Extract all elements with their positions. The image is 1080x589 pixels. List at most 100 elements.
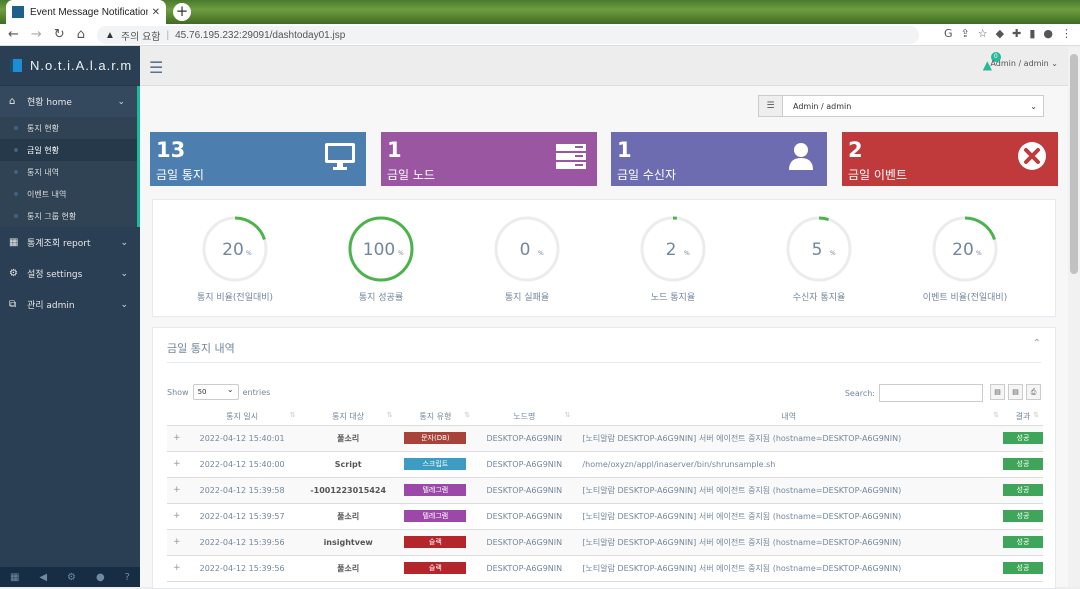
chevron-down-icon: ⌄: [120, 237, 128, 248]
tile-today-notifications[interactable]: 13 금일 통지: [150, 132, 366, 186]
sidebar-subitem[interactable]: 이벤트 내역: [0, 183, 137, 205]
gauge: 20 % 통지 비율(전일대비): [175, 214, 295, 303]
gear-icon[interactable]: ⚙: [67, 572, 76, 583]
browser-tab[interactable]: Event Message Notification Ma ✕: [6, 0, 166, 24]
column-header[interactable]: 통지 유형 ⇅: [396, 408, 475, 426]
gauge-label: 통지 비율(전일대비): [196, 293, 274, 303]
gauge-unit: %: [830, 250, 836, 257]
back-icon[interactable]: ←: [8, 27, 19, 42]
table-row[interactable]: + 2022-04-12 15:40:01 풀소리 문자(DB) DESKTOP…: [167, 425, 1043, 452]
column-label: 노드명: [513, 411, 536, 421]
bullhorn-icon[interactable]: ◀: [39, 572, 47, 583]
result-badge: 성공: [1003, 484, 1043, 496]
sidebar-item-label: 통계조회 report: [27, 239, 91, 249]
column-header[interactable]: 통지 일시 ⇅: [184, 408, 300, 426]
share-icon[interactable]: ⇪: [961, 27, 970, 40]
target-text: 풀소리: [337, 563, 360, 573]
gauge: 2 % 노드 통지율: [613, 214, 733, 303]
chevron-down-icon: ⌄: [117, 96, 125, 107]
panel-title: 금일 통지 내역: [167, 342, 235, 355]
search-box: Search:: [845, 384, 983, 402]
expand-icon[interactable]: +: [167, 503, 185, 530]
type-badge: 스크립트: [404, 458, 467, 470]
new-tab-button[interactable]: +: [173, 3, 191, 21]
column-header[interactable]: 결과 ⇅: [1003, 408, 1043, 426]
sidebar-item-report[interactable]: ▦ 통계조회 report ⌄: [0, 227, 140, 258]
forward-icon[interactable]: →: [31, 27, 42, 42]
help-icon[interactable]: ?: [125, 572, 130, 583]
tile-today-recipients[interactable]: 1 금일 수신자: [611, 132, 827, 186]
monitor-icon: [325, 143, 355, 170]
star-icon[interactable]: ☆: [978, 27, 988, 40]
print-icon[interactable]: ⎙: [1026, 384, 1041, 400]
tile-value: 1: [617, 138, 632, 162]
gauge-unit: %: [538, 250, 544, 257]
user-icon[interactable]: ●: [96, 572, 105, 583]
cell-target: 풀소리: [299, 425, 397, 452]
chevron-up-icon[interactable]: ⌃: [1033, 338, 1041, 349]
sidepanel-icon[interactable]: ▮: [1029, 27, 1035, 40]
table-row[interactable]: + 2022-04-12 15:39:56 insightvew 슬랙 DESK…: [167, 529, 1043, 556]
expand-icon[interactable]: +: [167, 477, 185, 504]
gauge-label: 수신자 통지율: [792, 293, 846, 303]
tab-title: Event Message Notification Ma: [30, 6, 148, 18]
sidebar-subitem[interactable]: 통지 현황: [0, 117, 137, 139]
admin-select[interactable]: ☰ Admin / admin ⌄: [758, 95, 1044, 117]
sidebar-item-admin[interactable]: ⧉ 관리 admin ⌄: [0, 289, 140, 320]
search-input[interactable]: [879, 384, 983, 402]
close-tab-icon[interactable]: ✕: [152, 7, 160, 18]
url-field[interactable]: ▲ 주의 요함 | 45.76.195.232:29091/dashtoday0…: [97, 26, 919, 44]
expand-icon[interactable]: +: [167, 555, 185, 582]
page-length: Show 50 entries: [167, 384, 270, 400]
cell-time: 2022-04-12 15:39:58: [184, 477, 300, 504]
table-row[interactable]: + 2022-04-12 15:39:57 풀소리 텔레그램 DESKTOP-A…: [167, 503, 1043, 530]
cell-result: 성공: [1003, 555, 1043, 582]
sidebar-subitem[interactable]: 통지 그룹 현황: [0, 205, 137, 227]
column-header[interactable]: 내역 ⇅: [574, 408, 1003, 426]
cell-result: 성공: [1003, 529, 1043, 556]
divider: [167, 362, 1041, 363]
export-excel-icon[interactable]: ▤: [1008, 384, 1023, 400]
table-row[interactable]: + 2022-04-12 15:39:58 -1001223015424 텔레그…: [167, 477, 1043, 504]
gauge-label: 통지 성공률: [358, 293, 404, 303]
sidebar-item-home[interactable]: ⌂ 현황 home ⌄: [0, 86, 140, 117]
tile-today-nodes[interactable]: 1 금일 노드: [381, 132, 597, 186]
profile-avatar[interactable]: ●: [1043, 27, 1053, 40]
page-scrollbar[interactable]: [1068, 46, 1080, 587]
page-length-select[interactable]: 50: [192, 384, 239, 400]
sidebar-subitem-current[interactable]: 금일 현황: [0, 139, 137, 161]
column-header[interactable]: 노드명 ⇅: [474, 408, 575, 426]
menu-toggle-icon[interactable]: ☰: [149, 58, 163, 77]
extension-icon[interactable]: ◆: [996, 27, 1004, 40]
export-csv-icon[interactable]: ▤: [990, 384, 1005, 400]
sidebar-item-settings[interactable]: ⚙ 설정 settings ⌄: [0, 258, 140, 289]
expand-icon[interactable]: +: [167, 425, 185, 452]
reload-icon[interactable]: ↻: [54, 27, 65, 42]
user-menu[interactable]: Admin / admin ⌄: [990, 59, 1058, 68]
tile-value: 2: [848, 138, 863, 162]
expand-icon[interactable]: +: [167, 529, 185, 556]
cell-node: DESKTOP-A6G9NIN: [474, 555, 575, 582]
column-header[interactable]: 통지 대상 ⇅: [299, 408, 397, 426]
sidebar-subitem[interactable]: 통지 내역: [0, 161, 137, 183]
puzzle-icon[interactable]: ✚: [1012, 27, 1021, 40]
home-icon[interactable]: ⌂: [77, 27, 85, 42]
brand[interactable]: N.o.t.i.A.l.a.r.m: [0, 46, 140, 86]
table-row[interactable]: + 2022-04-12 15:40:00 Script 스크립트 DESKTO…: [167, 451, 1043, 478]
expand-icon[interactable]: +: [167, 451, 185, 478]
cell-target: insightvew: [299, 529, 397, 556]
cell-target: 풀소리: [299, 555, 397, 582]
home-icon: ⌂: [9, 96, 16, 107]
warning-icon: ▲: [105, 29, 115, 41]
scrollbar-thumb[interactable]: [1070, 54, 1078, 274]
tile-today-events[interactable]: 2 금일 이벤트: [842, 132, 1058, 186]
table-row[interactable]: + 2022-04-12 15:39:56 풀소리 슬랙 DESKTOP-A6G…: [167, 555, 1043, 582]
gauge-value: 2: [666, 240, 677, 260]
sidebar: N.o.t.i.A.l.a.r.m ⌂ 현황 home ⌄ 통지 현황 금일 현…: [0, 46, 140, 587]
sitemap-icon: ⧉: [9, 299, 17, 310]
menu-icon[interactable]: ⋮: [1061, 27, 1072, 40]
google-icon[interactable]: G: [944, 27, 953, 40]
gauge-label: 이벤트 비율(전일대비): [922, 293, 1008, 303]
brand-name: N.o.t.i.A.l.a.r.m: [30, 58, 133, 73]
grid-icon[interactable]: ▦: [10, 572, 19, 583]
